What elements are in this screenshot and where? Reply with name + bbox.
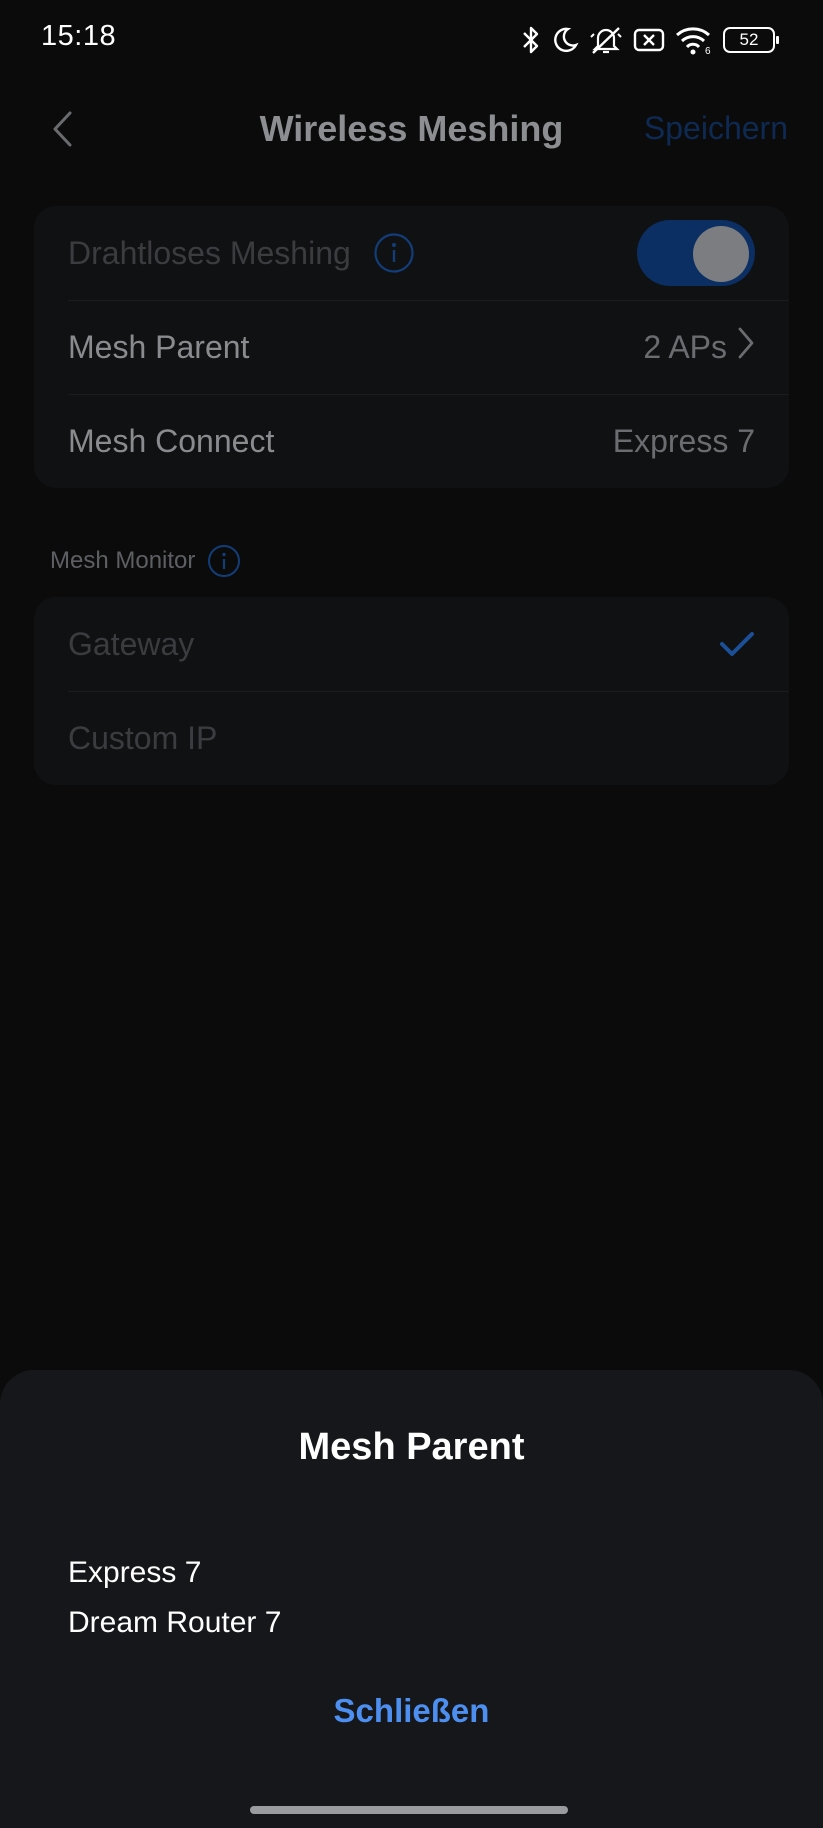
mesh-monitor-section: Mesh Monitor [50, 544, 241, 578]
status-icons: 6 52 [521, 22, 779, 58]
chevron-right-icon [737, 326, 755, 368]
mesh-parent-sheet: Mesh Parent Express 7 Dream Router 7 Sch… [0, 1370, 823, 1828]
mesh-connect-row: Mesh Connect Express 7 [34, 394, 789, 488]
sheet-title: Mesh Parent [298, 1426, 525, 1468]
save-button[interactable]: Speichern [644, 110, 788, 147]
drahtloses-meshing-row: Drahtloses Meshing [34, 206, 789, 300]
bluetooth-icon [521, 25, 541, 55]
mesh-monitor-card: Gateway Custom IP [34, 597, 789, 785]
mesh-parent-value: 2 APs [643, 328, 727, 365]
checkmark-icon [719, 630, 755, 658]
mesh-connect-value: Express 7 [612, 422, 755, 459]
drahtloses-meshing-label: Drahtloses Meshing [68, 234, 351, 271]
mesh-monitor-info-icon[interactable] [207, 544, 241, 578]
screen: 15:18 6 52 Wireless Meshing Speichern Dr… [0, 0, 823, 1828]
wifi-badge: 6 [705, 46, 711, 55]
sim-off-icon [633, 27, 665, 53]
mesh-monitor-label: Mesh Monitor [50, 547, 196, 574]
home-indicator[interactable] [250, 1806, 568, 1814]
gateway-label: Gateway [68, 625, 195, 662]
bell-off-icon [589, 25, 623, 55]
list-item: Dream Router 7 [68, 1606, 282, 1639]
custom-ip-option[interactable]: Custom IP [34, 691, 789, 785]
mesh-parent-value-wrap: 2 APs [643, 326, 755, 368]
mesh-connect-label: Mesh Connect [68, 422, 275, 459]
list-item: Express 7 [68, 1556, 202, 1589]
status-time: 15:18 [41, 20, 117, 52]
battery-icon: 52 [723, 27, 779, 53]
wifi-6-icon: 6 [675, 25, 713, 55]
close-button[interactable]: Schließen [0, 1692, 823, 1730]
custom-ip-label: Custom IP [68, 719, 218, 756]
info-icon[interactable] [373, 232, 415, 274]
moon-icon [551, 25, 579, 55]
sheet-list: Express 7 Dream Router 7 [68, 1548, 281, 1648]
mesh-parent-label: Mesh Parent [68, 328, 250, 365]
gateway-option[interactable]: Gateway [34, 597, 789, 691]
toggle-knob [693, 226, 749, 282]
drahtloses-meshing-toggle[interactable] [637, 220, 755, 286]
battery-level: 52 [739, 30, 759, 49]
settings-card: Drahtloses Meshing Mesh Parent 2 APs Mes… [34, 206, 789, 488]
mesh-parent-row[interactable]: Mesh Parent 2 APs [34, 300, 789, 394]
